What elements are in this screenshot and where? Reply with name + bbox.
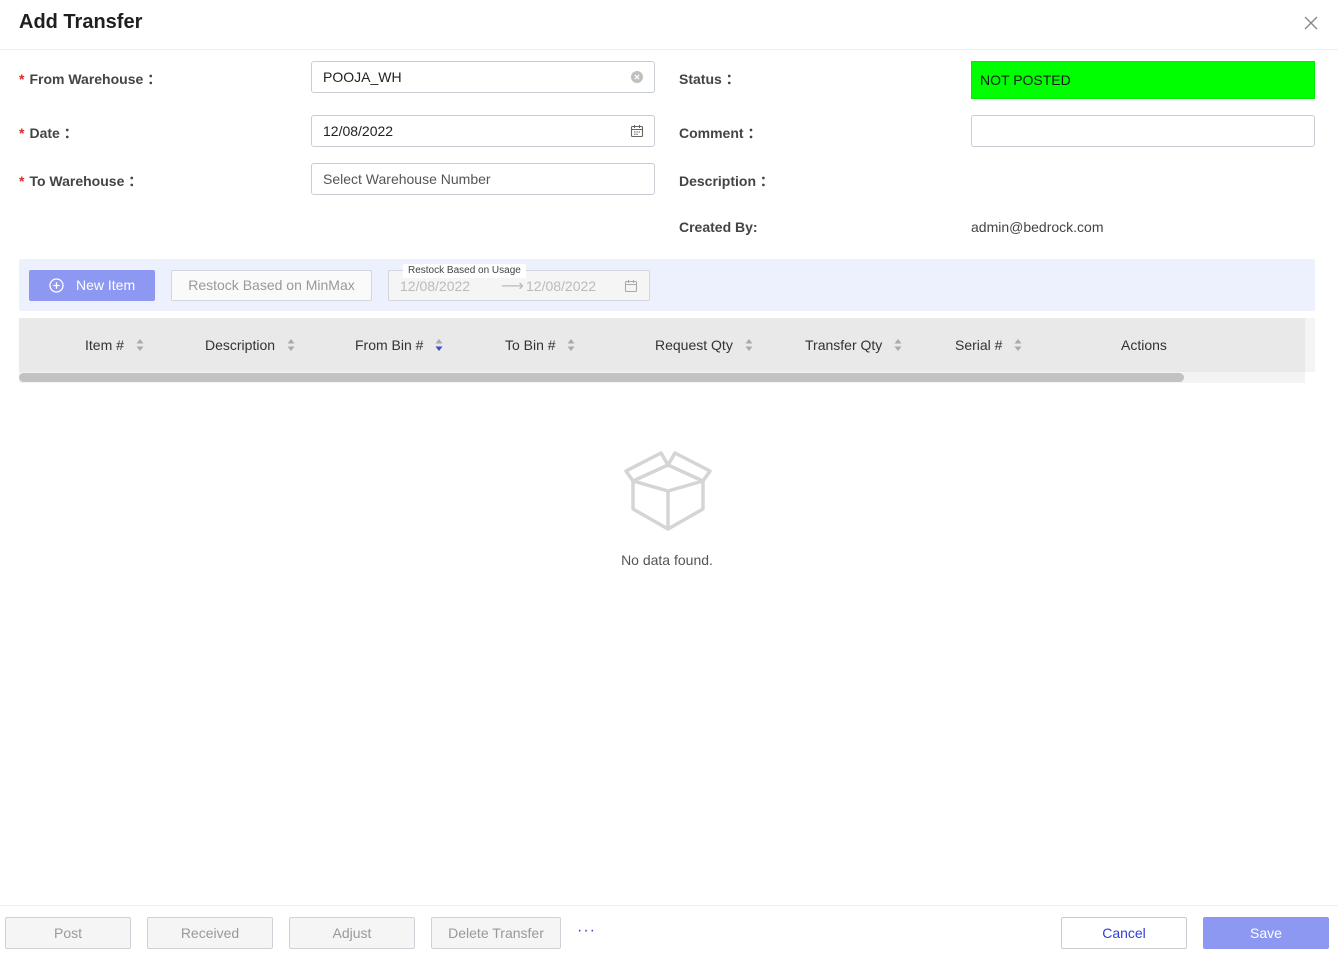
column-request-qty[interactable]: Request Qty	[655, 337, 753, 353]
to-warehouse-label: * To Warehouse ：	[19, 173, 143, 189]
range-start-date[interactable]: 12/08/2022	[400, 278, 470, 294]
arrow-right-icon: ⟶	[501, 278, 524, 295]
column-transfer-qty[interactable]: Transfer Qty	[805, 337, 902, 353]
column-serial-number[interactable]: Serial #	[955, 337, 1022, 353]
scrollbar-thumb[interactable]	[19, 373, 1184, 382]
table-toolbar: New Item Restock Based on MinMax Restock…	[19, 259, 1315, 311]
table-header-edge	[1305, 318, 1315, 372]
empty-box-icon	[624, 451, 712, 531]
sort-icon[interactable]	[136, 338, 144, 352]
to-warehouse-select[interactable]: Select Warehouse Number	[311, 163, 655, 195]
received-button[interactable]: Received	[147, 917, 273, 949]
sort-icon[interactable]	[287, 338, 295, 352]
sort-icon[interactable]	[567, 338, 575, 352]
dialog-title: Add Transfer	[19, 11, 143, 33]
cancel-button[interactable]: Cancel	[1061, 917, 1187, 949]
from-warehouse-label: * From Warehouse ：	[19, 71, 162, 87]
sort-icon[interactable]	[1014, 338, 1022, 352]
post-button[interactable]: Post	[5, 917, 131, 949]
more-options-icon[interactable]: ···	[577, 922, 596, 940]
new-item-button[interactable]: New Item	[29, 270, 155, 301]
sort-icon[interactable]	[894, 338, 902, 352]
calendar-icon	[630, 125, 644, 138]
range-end-date[interactable]: 12/08/2022	[526, 278, 596, 294]
date-picker[interactable]: 12/08/2022	[311, 115, 655, 147]
created-by-label: Created By:	[679, 219, 758, 235]
close-icon[interactable]	[1302, 14, 1320, 32]
plus-circle-icon	[49, 278, 64, 293]
adjust-button[interactable]: Adjust	[289, 917, 415, 949]
date-label: * Date ：	[19, 125, 78, 141]
dialog-header: Add Transfer	[0, 0, 1338, 50]
sort-icon[interactable]	[745, 338, 753, 352]
save-button[interactable]: Save	[1203, 917, 1329, 949]
restock-usage-range-picker[interactable]: Restock Based on Usage 12/08/2022 ⟶ 12/0…	[388, 264, 650, 301]
sort-descending-icon[interactable]	[435, 338, 443, 352]
column-from-bin[interactable]: From Bin #	[355, 337, 443, 353]
empty-state-text: No data found.	[621, 552, 713, 568]
column-description[interactable]: Description	[205, 337, 295, 353]
clear-icon[interactable]	[630, 70, 644, 84]
calendar-icon	[624, 280, 638, 293]
comment-label: Comment ：	[679, 125, 762, 141]
column-item-number[interactable]: Item #	[85, 337, 144, 353]
restock-minmax-button[interactable]: Restock Based on MinMax	[171, 270, 372, 301]
description-label: Description ：	[679, 173, 774, 189]
delete-transfer-button[interactable]: Delete Transfer	[431, 917, 561, 949]
column-actions: Actions	[1121, 337, 1167, 353]
from-warehouse-select[interactable]: POOJA_WH	[311, 61, 655, 93]
status-label: Status ：	[679, 71, 740, 87]
comment-input[interactable]	[971, 115, 1315, 147]
status-badge: NOT POSTED	[971, 61, 1315, 99]
created-by-value: admin@bedrock.com	[971, 219, 1104, 235]
column-to-bin[interactable]: To Bin #	[505, 337, 575, 353]
dialog-footer: Post Received Adjust Delete Transfer ···…	[0, 905, 1338, 964]
table-header: Item # Description From Bin # To Bin # R…	[19, 318, 1305, 372]
